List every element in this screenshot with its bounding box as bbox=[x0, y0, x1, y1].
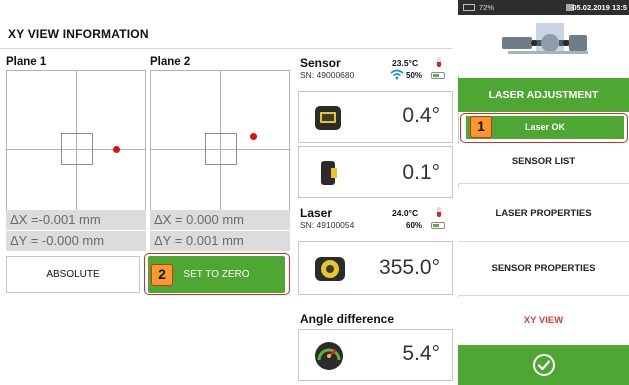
laser-battery-percent: 60% bbox=[406, 221, 423, 230]
laser-device-icon bbox=[315, 257, 345, 281]
laser-label: Laser bbox=[300, 206, 333, 220]
plane-2-dy: ΔY = 0.001 mm bbox=[150, 231, 290, 251]
absolute-button[interactable]: ABSOLUTE bbox=[6, 256, 140, 293]
plane-1-dy: ΔY = -0.000 mm bbox=[6, 231, 146, 251]
sensor-list-button[interactable]: SENSOR LIST bbox=[458, 144, 629, 184]
machine-train-graphic bbox=[458, 15, 629, 75]
laser-properties-label: LASER PROPERTIES bbox=[495, 208, 592, 219]
battery-icon bbox=[431, 72, 445, 79]
plane-2-dx: ΔX = 0.000 mm bbox=[150, 210, 290, 230]
angle-difference-cell: 5.4° bbox=[298, 329, 453, 381]
plane-1-label: Plane 1 bbox=[6, 56, 47, 68]
checkmark-icon bbox=[533, 354, 555, 376]
status-battery: 72% bbox=[479, 3, 495, 12]
confirm-button[interactable] bbox=[458, 345, 629, 385]
xy-view-label: XY VIEW bbox=[523, 315, 564, 326]
plane-1-tolerance-square bbox=[61, 133, 93, 165]
xy-view-tab[interactable]: XY VIEW bbox=[458, 297, 629, 345]
laser-ok-label: Laser OK bbox=[524, 122, 566, 132]
page-title: XY VIEW INFORMATION bbox=[8, 27, 149, 41]
sensor-angle-value-1: 0.4° bbox=[402, 104, 440, 127]
status-bar: 72% 05.02.2019 13:5 bbox=[458, 0, 629, 15]
machine-train-icon bbox=[502, 23, 588, 54]
laser-angle-value: 355.0° bbox=[379, 256, 440, 279]
callout-badge-2: 2 bbox=[151, 264, 173, 286]
sensor-angle-cell-2: 0.1° bbox=[298, 146, 453, 198]
battery-icon bbox=[431, 222, 445, 229]
thermometer-icon bbox=[437, 207, 441, 217]
plane-2-position-dot bbox=[250, 133, 257, 140]
plane-1-position-dot bbox=[113, 146, 120, 153]
plane-2-target bbox=[150, 70, 290, 228]
laser-temperature: 24.0°C bbox=[392, 208, 419, 218]
plane-1-dx: ΔX =-0.001 mm bbox=[6, 210, 146, 230]
sensor-angle-cell-1: 0.4° bbox=[298, 91, 453, 143]
title-divider bbox=[0, 48, 452, 49]
battery-icon bbox=[463, 4, 475, 11]
sensor-device-icon bbox=[315, 106, 341, 130]
plane-2-label: Plane 2 bbox=[150, 56, 191, 68]
angle-difference-label: Angle difference bbox=[300, 312, 395, 326]
laser-properties-button[interactable]: LASER PROPERTIES bbox=[458, 188, 629, 242]
sensor-angle-value-2: 0.1° bbox=[402, 161, 440, 184]
sensor-label: Sensor bbox=[300, 56, 341, 70]
thermometer-icon bbox=[437, 57, 441, 67]
laser-serial: SN: 49100054 bbox=[300, 220, 355, 230]
status-date-time: 05.02.2019 13:5 bbox=[572, 3, 627, 12]
sensor-properties-button[interactable]: SENSOR PROPERTIES bbox=[458, 242, 629, 296]
sensor-temperature: 23.5°C bbox=[392, 58, 419, 68]
plane-1-target bbox=[6, 70, 146, 228]
sensor-properties-label: SENSOR PROPERTIES bbox=[491, 263, 596, 274]
laser-angle-cell: 355.0° bbox=[298, 241, 453, 295]
gauge-icon bbox=[315, 342, 343, 370]
sensor-list-label: SENSOR LIST bbox=[511, 156, 576, 167]
wifi-icon bbox=[390, 69, 404, 80]
angle-difference-value: 5.4° bbox=[402, 342, 440, 365]
sensor-device-icon bbox=[321, 161, 337, 185]
set-to-zero-label: SET TO ZERO bbox=[183, 269, 250, 280]
laser-adjustment-label: LASER ADJUSTMENT bbox=[488, 89, 599, 101]
plane-2-tolerance-square bbox=[205, 133, 237, 165]
sensor-serial: SN: 49000680 bbox=[300, 70, 355, 80]
sensor-battery-percent: 50% bbox=[406, 71, 423, 80]
callout-badge-1: 1 bbox=[470, 116, 492, 138]
laser-adjustment-button[interactable]: LASER ADJUSTMENT bbox=[458, 78, 629, 112]
